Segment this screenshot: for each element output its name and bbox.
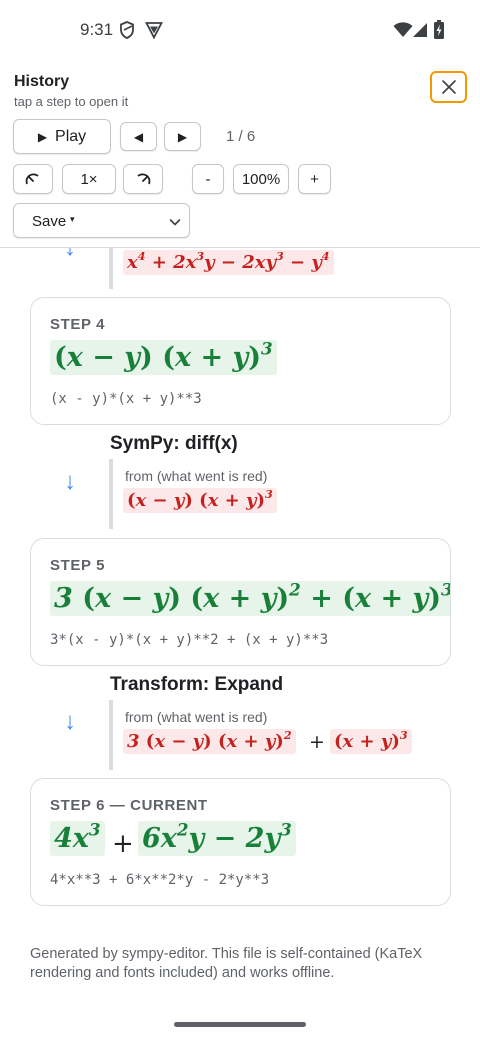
step-counter: 1 / 6 [226,128,256,145]
step-expression: 3 (x − y) (x + y)2 + (x + y)3 [50,581,450,616]
vpn-icon [145,21,163,44]
status-bar: 9:31 [0,0,480,62]
plus-operator: + [112,829,134,859]
removed-expression: x4 + 2x3y − 2xy3 − y4 [123,250,334,275]
transition-bar [109,700,113,770]
cellular-signal-icon [412,22,428,43]
step-card-4[interactable]: STEP 4 (x − y) (x + y)3 (x - y)*(x + y)*… [30,297,451,425]
faster-button[interactable] [123,164,163,194]
step-label: STEP 4 [50,316,106,333]
history-timeline[interactable]: ↓ x4 + 2x3y − 2xy3 − y4 STEP 4 (x − y) (… [0,248,480,1040]
zoom-out-label: - [205,170,211,188]
chevron-down-icon [169,219,181,226]
next-icon: ▶ [177,129,188,144]
close-icon [441,80,456,94]
shield-icon [120,21,134,44]
battery-charging-icon [434,20,444,44]
play-icon: ▶ [37,129,48,144]
zoom-level-button[interactable]: 100% [233,164,289,194]
play-button[interactable]: ▶ Play [13,119,111,154]
step-card-6[interactable]: STEP 6 — CURRENT 4x3 + 6x2y − 2y3 4*x**3… [30,778,451,906]
removed-expression: 3 (x − y) (x + y)2 [123,729,296,754]
previous-icon: ◀ [133,129,144,144]
step-card-5[interactable]: STEP 5 3 (x − y) (x + y)2 + (x + y)3 3*(… [30,538,451,666]
zoom-out-button[interactable]: - [192,164,224,194]
footer-note: Generated by sympy-editor. This file is … [30,946,423,981]
step-label: STEP 5 [50,557,106,574]
zoom-in-label: + [310,170,319,188]
step-label: STEP 6 — CURRENT [50,797,208,814]
transition-arrow-icon: ↓ [64,468,76,495]
transition-arrow-icon: ↓ [64,248,76,262]
step-code: 4*x**3 + 6*x**2*y - 2*y**3 [50,872,270,888]
history-header: History tap a step to open it ▶ Play ◀ ▶… [0,62,480,248]
panel-subtitle: tap a step to open it [14,94,129,109]
slower-button[interactable] [13,164,53,194]
step-expression: (x − y) (x + y)3 [50,340,277,375]
panel-title: History [14,73,70,90]
transition-title: Transform: Expand [110,674,284,695]
speed-up-icon [137,173,151,185]
step-code: (x - y)*(x + y)**3 [50,391,202,407]
transition-bar [109,248,113,289]
zoom-in-button[interactable]: + [298,164,331,194]
wifi-icon [393,22,413,43]
playback-speed-button[interactable]: 1× [62,164,116,194]
from-label: from (what went is red) [125,468,268,484]
removed-expression: (x − y) (x + y)3 [123,488,277,513]
home-indicator[interactable] [174,1022,306,1027]
next-step-button[interactable]: ▶ [164,122,201,151]
playback-speed-value: 1× [80,170,98,188]
removed-expression: (x + y)3 [330,729,412,754]
step-expression-term: 4x3 [50,821,105,856]
plus-operator: + [309,731,325,753]
save-caret-icon: ▾ [70,214,75,224]
transition-bar [109,459,113,529]
save-select-label: Save [32,213,67,230]
transition-title: SymPy: diff(x) [110,433,238,454]
status-time: 9:31 [80,20,114,39]
play-button-label: Play [55,127,87,145]
save-select[interactable]: Save ▾ [13,203,190,238]
previous-step-button[interactable]: ◀ [120,122,157,151]
step-code: 3*(x - y)*(x + y)**2 + (x + y)**3 [50,632,329,648]
speed-down-icon [25,173,39,185]
transition-arrow-icon: ↓ [64,708,76,735]
close-button[interactable] [430,71,467,103]
zoom-level-value: 100% [241,170,281,188]
step-expression-term: 6x2y − 2y3 [138,821,296,856]
from-label: from (what went is red) [125,709,268,725]
